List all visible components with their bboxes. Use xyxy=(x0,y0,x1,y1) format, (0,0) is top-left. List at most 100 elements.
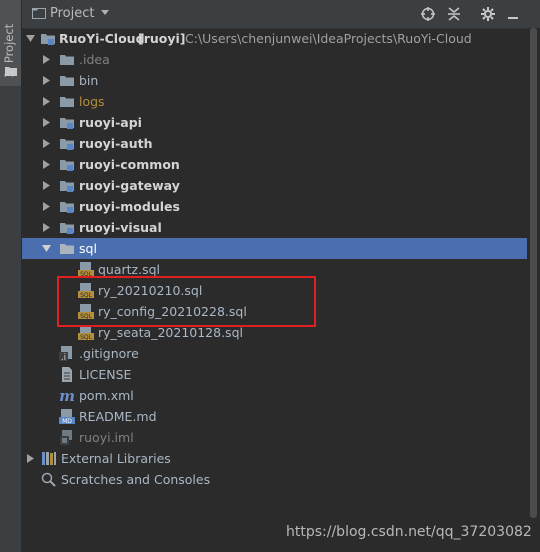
svg-text:SQL: SQL xyxy=(80,292,93,298)
collapse-all-icon[interactable] xyxy=(446,6,462,22)
sql-file-icon: SQL xyxy=(78,325,94,340)
tree-item-label: ruoyi-modules xyxy=(79,199,180,214)
tree-item-ry-20210210-sql[interactable]: SQL ry_20210210.sql xyxy=(22,280,527,301)
tree-item-gitignore[interactable]: .i .gitignore xyxy=(22,343,527,364)
tree-item-ruoyi-auth[interactable]: ruoyi-auth xyxy=(22,133,527,154)
tree-item-label: pom.xml xyxy=(79,388,134,403)
tree-item-label: sql xyxy=(79,241,97,256)
tree-item-label: bin xyxy=(79,73,99,88)
sql-file-icon: SQL xyxy=(78,304,94,319)
svg-text:m: m xyxy=(59,388,75,403)
sql-file-icon: SQL xyxy=(78,283,94,298)
tree-item-label: ruoyi-auth xyxy=(79,136,153,151)
module-folder-icon xyxy=(60,181,74,192)
iml-file-icon xyxy=(60,430,72,445)
tree-item-ruoyi-common[interactable]: ruoyi-common xyxy=(22,154,527,175)
module-folder-icon xyxy=(60,160,74,171)
tree-item-bin[interactable]: bin xyxy=(22,70,527,91)
tree-item-ruoyi-gateway[interactable]: ruoyi-gateway xyxy=(22,175,527,196)
tree-item-readme[interactable]: MD README.md xyxy=(22,406,527,427)
project-panel-header: Project xyxy=(22,0,540,29)
root-module: [ruoyi] xyxy=(138,31,186,46)
collapsed-arrow-icon[interactable] xyxy=(42,223,51,232)
markdown-file-icon: MD xyxy=(59,409,75,424)
root-path: C:\Users\chenjunwei\IdeaProjects\RuoYi-C… xyxy=(185,31,472,46)
tree-item-label: External Libraries xyxy=(61,451,171,466)
tree-item-label: ry_20210210.sql xyxy=(98,283,203,298)
tree-item-label: ruoyi-api xyxy=(79,115,142,130)
tree-item-sql[interactable]: sql xyxy=(22,238,527,259)
tree-item-label: quartz.sql xyxy=(98,262,161,277)
folder-icon xyxy=(5,67,17,76)
tree-item-label: Scratches and Consoles xyxy=(61,472,211,487)
svg-text:.i: .i xyxy=(61,353,66,361)
tree-item-scratches[interactable]: Scratches and Consoles xyxy=(22,469,527,490)
tree-item-license[interactable]: LICENSE xyxy=(22,364,527,385)
tree-item-ruoyi-modules[interactable]: ruoyi-modules xyxy=(22,196,527,217)
expanded-arrow-icon[interactable] xyxy=(42,244,51,253)
text-file-icon xyxy=(62,367,72,382)
svg-text:SQL: SQL xyxy=(80,271,93,277)
tree-item-label: ruoyi-gateway xyxy=(79,178,180,193)
tree-item-label: ruoyi.iml xyxy=(79,430,134,445)
gear-icon[interactable] xyxy=(480,6,496,22)
view-selector-label[interactable]: Project xyxy=(50,6,94,21)
tree-item-quartz-sql[interactable]: SQL quartz.sql xyxy=(22,259,527,280)
module-folder-icon xyxy=(41,34,55,45)
collapsed-arrow-icon[interactable] xyxy=(42,202,51,211)
collapsed-arrow-icon[interactable] xyxy=(42,118,51,127)
svg-text:MD: MD xyxy=(62,418,72,424)
collapsed-arrow-icon[interactable] xyxy=(42,55,51,64)
collapsed-arrow-icon[interactable] xyxy=(42,160,51,169)
folder-icon xyxy=(60,97,74,107)
tree-item-ruoyi-visual[interactable]: ruoyi-visual xyxy=(22,217,527,238)
tree-item-ruoyi-iml[interactable]: ruoyi.iml xyxy=(22,427,527,448)
tree-item-label: ry_seata_20210128.sql xyxy=(98,325,243,340)
scratches-icon xyxy=(41,472,56,487)
project-tool-tab[interactable]: 1: Project xyxy=(0,0,21,86)
minimize-icon[interactable] xyxy=(505,6,521,22)
tree-item-ruoyi-api[interactable]: ruoyi-api xyxy=(22,112,527,133)
collapsed-arrow-icon[interactable] xyxy=(42,76,51,85)
tree-item-ry-seata-sql[interactable]: SQL ry_seata_20210128.sql xyxy=(22,322,527,343)
collapsed-arrow-icon[interactable] xyxy=(42,97,51,106)
tree-item-ry-config-sql[interactable]: SQL ry_config_20210228.sql xyxy=(22,301,527,322)
tree-item-label: .gitignore xyxy=(79,346,139,361)
collapsed-arrow-icon[interactable] xyxy=(26,454,35,463)
collapsed-arrow-icon[interactable] xyxy=(42,139,51,148)
folder-icon xyxy=(32,8,46,19)
folder-icon xyxy=(60,244,74,254)
module-folder-icon xyxy=(60,223,74,234)
locate-icon[interactable] xyxy=(420,6,436,22)
chevron-down-icon[interactable] xyxy=(100,9,110,17)
tree-item-external-libraries[interactable]: External Libraries xyxy=(22,448,527,469)
module-folder-icon xyxy=(60,202,74,213)
tree-item-label: .idea xyxy=(79,52,110,67)
tree-item-label: logs xyxy=(79,94,105,109)
gitignore-file-icon: .i xyxy=(59,346,72,361)
maven-file-icon: m xyxy=(59,388,75,403)
tree-item-label: ruoyi-common xyxy=(79,157,180,172)
sql-file-icon: SQL xyxy=(78,262,94,277)
expanded-arrow-icon[interactable] xyxy=(26,34,35,43)
module-folder-icon xyxy=(60,139,74,150)
collapsed-arrow-icon[interactable] xyxy=(42,181,51,190)
svg-text:SQL: SQL xyxy=(80,334,93,340)
tree-item-label: README.md xyxy=(79,409,157,424)
watermark-text: https://blog.csdn.net/qq_37203082 xyxy=(286,524,532,540)
tree-item-label: ruoyi-visual xyxy=(79,220,162,235)
tree-item-label: ry_config_20210228.sql xyxy=(98,304,247,319)
svg-text:SQL: SQL xyxy=(80,313,93,319)
tree-item-idea[interactable]: .idea xyxy=(22,49,527,70)
folder-icon xyxy=(60,55,74,65)
module-folder-icon xyxy=(60,118,74,129)
root-name: RuoYi-Cloud xyxy=(59,31,145,46)
tree-root-row[interactable]: RuoYi-Cloud [ruoyi] C:\Users\chenjunwei\… xyxy=(22,28,527,49)
tool-window-strip: 1: Project xyxy=(0,0,22,552)
folder-icon xyxy=(60,76,74,86)
tree-item-logs[interactable]: logs xyxy=(22,91,527,112)
tree-item-pom-xml[interactable]: m pom.xml xyxy=(22,385,527,406)
tree-item-label: LICENSE xyxy=(79,367,132,382)
library-icon xyxy=(42,452,56,465)
scrollbar-thumb[interactable] xyxy=(530,28,537,518)
